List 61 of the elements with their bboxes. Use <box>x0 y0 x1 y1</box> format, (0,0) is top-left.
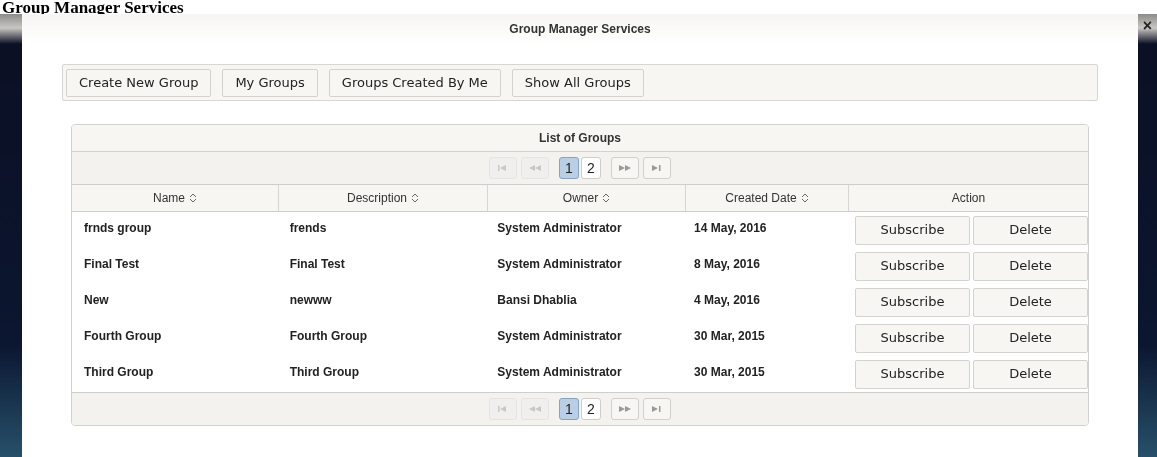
delete-button[interactable]: Delete <box>973 287 1088 317</box>
table-cell-text: System Administrator <box>497 220 622 237</box>
table-cell-text: New <box>84 292 109 309</box>
table-cell-text: Final Test <box>84 256 140 273</box>
sort-icon <box>602 193 611 203</box>
toolbar-button[interactable]: Show All Groups <box>511 68 644 97</box>
column-header[interactable]: Owner <box>488 185 686 211</box>
subscribe-button[interactable]: Subscribe <box>855 287 970 317</box>
table-cell-text: Fourth Group <box>289 328 367 345</box>
close-button[interactable]: × <box>1142 18 1153 34</box>
table-cell-text: System Administrator <box>497 256 622 273</box>
page-number-button[interactable]: 1 <box>559 157 579 179</box>
last-page-button[interactable] <box>643 398 671 420</box>
column-header[interactable]: Name <box>72 185 279 211</box>
delete-button[interactable]: Delete <box>973 215 1088 245</box>
next-page-button[interactable] <box>611 157 639 179</box>
page-number-button[interactable]: 2 <box>581 398 601 420</box>
last-page-icon <box>650 163 664 173</box>
table-cell-text: 14 May, 2016 <box>694 220 767 237</box>
column-header[interactable]: Description <box>279 185 488 211</box>
table-cell-text: 30 Mar, 2015 <box>694 328 765 345</box>
prev-page-icon <box>528 404 542 414</box>
table-cell-text: Bansi Dhablia <box>497 292 577 309</box>
dialog-title: Group Manager Services <box>509 21 651 38</box>
last-page-icon <box>650 404 664 414</box>
sort-icon <box>189 193 197 203</box>
last-page-button[interactable] <box>643 157 671 179</box>
table-cell-text: Fourth Group <box>84 328 162 345</box>
table-cell-text: 30 Mar, 2015 <box>694 364 765 381</box>
delete-button[interactable]: Delete <box>973 359 1088 389</box>
table-title: List of Groups <box>72 125 1088 152</box>
table-cell-text: Third Group <box>289 364 359 381</box>
subscribe-button[interactable]: Subscribe <box>855 359 970 389</box>
prev-page-icon <box>528 163 542 173</box>
subscribe-button[interactable]: Subscribe <box>855 215 970 245</box>
page-number-button[interactable]: 1 <box>559 398 579 420</box>
subscribe-button[interactable]: Subscribe <box>855 323 970 353</box>
toolbar-button[interactable]: My Groups <box>222 68 318 97</box>
table-cell-text: frnds group <box>84 220 152 237</box>
table-cell-text: frends <box>289 220 327 237</box>
toolbar-button[interactable]: Create New Group <box>66 68 212 97</box>
page-number-button[interactable]: 2 <box>581 157 601 179</box>
delete-button[interactable]: Delete <box>973 323 1088 353</box>
toolbar-button[interactable]: Groups Created By Me <box>328 68 501 97</box>
table-cell-text: 4 May, 2016 <box>694 292 760 309</box>
table-cell-text: newww <box>289 292 332 309</box>
table-cell-text: Third Group <box>84 364 154 381</box>
delete-button[interactable]: Delete <box>973 251 1088 281</box>
sort-icon <box>411 193 419 203</box>
next-page-icon <box>618 404 632 414</box>
table-cell-text: Final Test <box>289 256 345 273</box>
table-cell-text: System Administrator <box>497 328 622 345</box>
table-cell-text: 8 May, 2016 <box>694 256 760 273</box>
sort-icon <box>800 193 809 203</box>
table-cell-text: System Administrator <box>497 364 622 381</box>
column-header: Action <box>950 190 987 207</box>
next-page-icon <box>618 163 632 173</box>
page-heading: Group Manager Services <box>1 0 185 14</box>
subscribe-button[interactable]: Subscribe <box>855 251 970 281</box>
next-page-button[interactable] <box>611 398 639 420</box>
column-header[interactable]: Created Date <box>686 185 849 211</box>
